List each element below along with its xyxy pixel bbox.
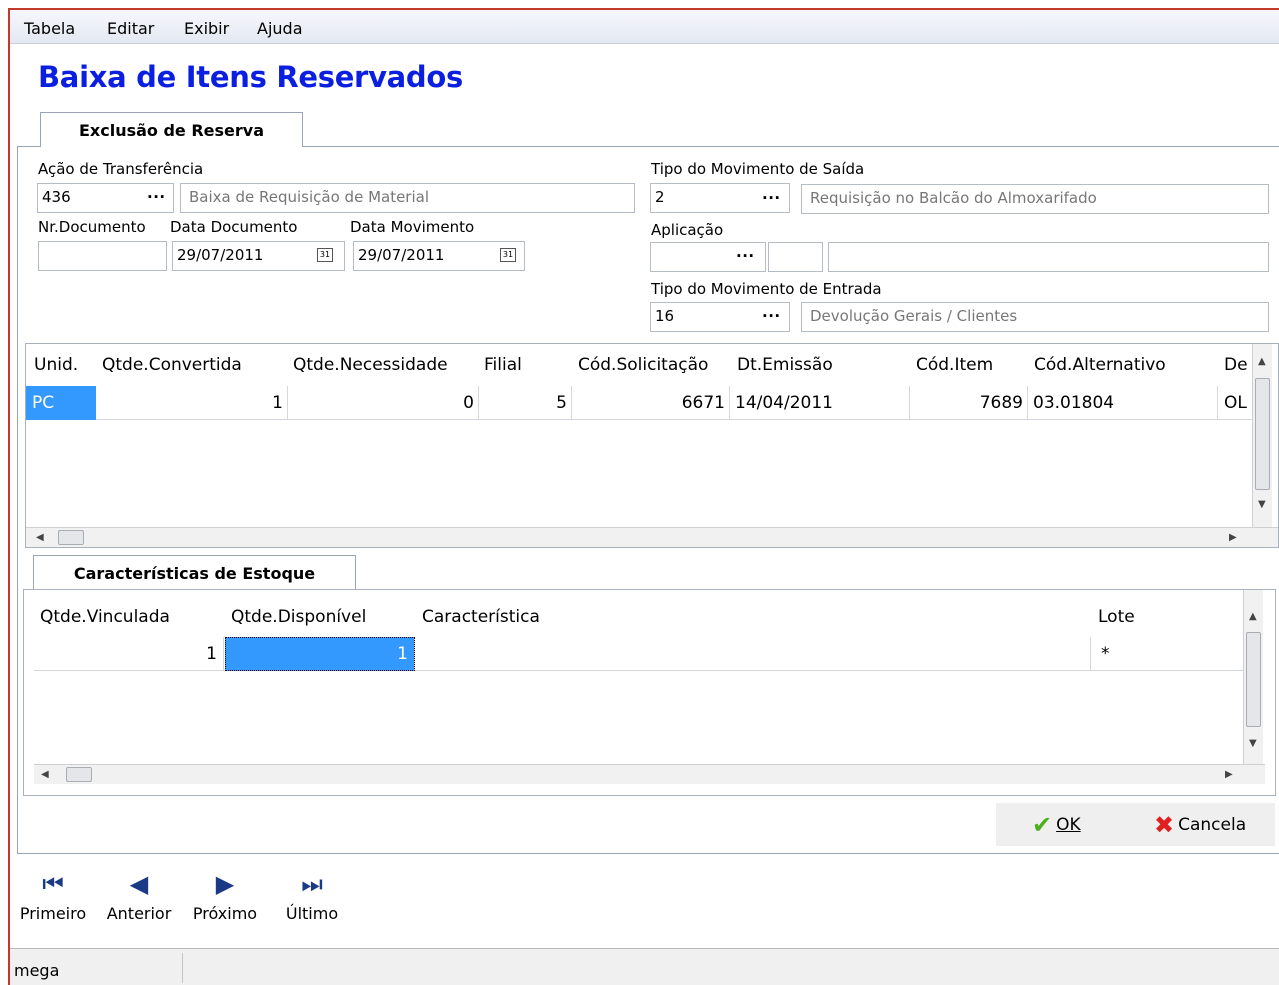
saida-desc-field: Requisição no Balcão do Almoxarifado [801,184,1269,214]
nav-last-button[interactable]: ⏭ Último [273,870,351,923]
nav-first-button[interactable]: ⏮ Primeiro [14,870,92,923]
cell-cod-solicitacao[interactable]: 6671 [572,386,730,420]
items-vertical-scrollbar[interactable]: ▲ ▼ [1252,344,1272,527]
stock-vertical-scrollbar[interactable]: ▲ ▼ [1243,590,1263,764]
tab-exclusao-reserva[interactable]: Exclusão de Reserva [40,112,303,147]
menu-editar[interactable]: Editar [107,19,154,38]
ok-button[interactable]: ✔ OK [1032,811,1081,839]
cancel-label: Cancela [1178,815,1247,835]
nrdoc-label: Nr.Documento [38,218,146,236]
nav-next-label: Próximo [192,904,258,923]
check-icon: ✔ [1032,811,1053,839]
items-horizontal-scrollbar[interactable]: ◀ ▶ [26,527,1278,547]
col-qtde-convertida[interactable]: Qtde.Convertida [102,355,242,375]
saida-label: Tipo do Movimento de Saída [651,160,865,178]
cell-qtde-convertida[interactable]: 1 [96,386,288,420]
entrada-label: Tipo do Movimento de Entrada [651,280,882,298]
aplic-extra-field[interactable] [768,242,823,272]
scroll-down-icon[interactable]: ▼ [1249,738,1257,749]
acao-desc-field: Baixa de Requisição de Material [180,183,635,213]
col-qtde-disponivel[interactable]: Qtde.Disponível [231,607,366,627]
nav-prev-button[interactable]: ◀ Anterior [100,870,178,923]
col-de[interactable]: De [1224,355,1248,375]
cell-qtde-disponivel[interactable]: 1 [225,637,415,671]
close-icon: ✖ [1154,811,1175,839]
col-filial[interactable]: Filial [484,355,522,375]
col-unid[interactable]: Unid. [34,355,78,375]
col-qtde-necessidade[interactable]: Qtde.Necessidade [293,355,448,375]
table-row[interactable]: 1 1 * [34,637,1244,671]
acao-label: Ação de Transferência [38,160,204,178]
cell-dt-emissao[interactable]: 14/04/2011 [730,386,910,420]
first-record-icon: ⏮ [42,870,64,898]
stock-horizontal-scrollbar[interactable]: ◀ ▶ [34,764,1265,784]
tab-caracteristicas-estoque[interactable]: Características de Estoque [33,555,356,590]
cell-cod-alternativo[interactable]: 03.01804 [1028,386,1218,420]
col-cod-alternativo[interactable]: Cód.Alternativo [1034,355,1166,375]
last-record-icon: ⏭ [301,870,323,898]
scroll-up-icon[interactable]: ▲ [1258,356,1266,367]
cancel-button[interactable]: ✖ Cancela [1154,811,1247,839]
entrada-lookup-button[interactable]: ··· [762,307,781,325]
nav-prev-label: Anterior [106,904,172,923]
col-caracteristica[interactable]: Característica [422,607,540,627]
col-dt-emissao[interactable]: Dt.Emissão [737,355,833,375]
stock-grid[interactable]: Qtde.Vinculada Qtde.Disponível Caracterí… [23,589,1276,796]
scroll-down-icon[interactable]: ▼ [1258,499,1266,510]
scroll-right-icon[interactable]: ▶ [1225,769,1233,780]
datadoc-label: Data Documento [170,218,298,236]
nav-next-button[interactable]: ▶ Próximo [186,870,264,923]
col-cod-item[interactable]: Cód.Item [916,355,993,375]
hscroll-thumb[interactable] [66,767,92,782]
scroll-left-icon[interactable]: ◀ [41,769,49,780]
table-row[interactable]: PC 1 0 5 6671 14/04/2011 7689 03.01804 O… [26,386,1252,420]
cell-caracteristica[interactable] [415,637,1091,671]
entrada-desc-field: Devolução Gerais / Clientes [801,302,1269,332]
cell-qtde-vinculada[interactable]: 1 [34,637,224,671]
cell-de[interactable]: OL [1218,386,1252,420]
ok-label: OK [1056,815,1081,835]
menu-bar: Tabela Editar Exibir Ajuda [10,10,1279,44]
cell-qtde-necessidade[interactable]: 0 [288,386,479,420]
nav-first-label: Primeiro [19,904,87,923]
cell-lote[interactable]: * [1091,637,1244,671]
datamov-calendar-icon[interactable]: 31 [500,248,516,262]
aplic-desc-field [828,242,1269,272]
nav-last-label: Último [285,904,339,923]
col-qtde-vinculada[interactable]: Qtde.Vinculada [40,607,170,627]
status-user: mega [14,961,60,980]
saida-lookup-button[interactable]: ··· [762,189,781,207]
datadoc-calendar-icon[interactable]: 31 [317,248,333,262]
status-bar: mega [10,948,1279,985]
cell-unid[interactable]: PC [26,386,96,420]
cell-cod-item[interactable]: 7689 [910,386,1028,420]
hscroll-thumb[interactable] [58,530,84,545]
next-record-icon: ▶ [215,870,235,898]
dialog-buttons: ✔ OK ✖ Cancela [996,803,1275,846]
scroll-up-icon[interactable]: ▲ [1249,611,1257,622]
scroll-left-icon[interactable]: ◀ [36,532,44,543]
cell-filial[interactable]: 5 [479,386,572,420]
acao-lookup-button[interactable]: ··· [147,188,166,206]
menu-tabela[interactable]: Tabela [24,19,75,38]
datamov-label: Data Movimento [350,218,475,236]
col-lote[interactable]: Lote [1098,607,1135,627]
previous-record-icon: ◀ [129,870,149,898]
col-cod-solicitacao[interactable]: Cód.Solicitação [578,355,708,375]
scroll-thumb[interactable] [1246,632,1261,727]
scroll-thumb[interactable] [1255,378,1270,490]
menu-exibir[interactable]: Exibir [184,19,229,38]
menu-ajuda[interactable]: Ajuda [257,19,303,38]
scroll-right-icon[interactable]: ▶ [1229,532,1237,543]
aplic-lookup-button[interactable]: ··· [736,247,755,265]
aplic-label: Aplicação [651,221,724,239]
nrdoc-input[interactable] [38,241,167,271]
page-title: Baixa de Itens Reservados [38,60,463,94]
items-grid[interactable]: Unid. Qtde.Convertida Qtde.Necessidade F… [25,343,1279,548]
